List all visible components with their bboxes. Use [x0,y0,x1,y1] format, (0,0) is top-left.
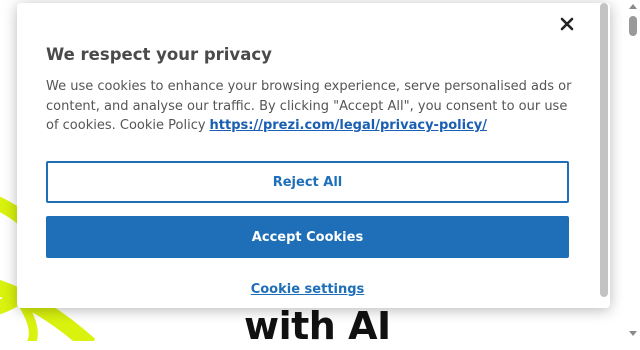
hero-heading: with AI [244,304,391,348]
privacy-policy-link[interactable]: https://prezi.com/legal/privacy-policy/ [210,118,487,133]
close-button[interactable] [556,13,578,35]
cookie-consent-banner: We respect your privacy We use cookies t… [17,3,610,308]
page-scrollbar-thumb[interactable] [629,16,637,36]
banner-scrollbar-thumb[interactable] [600,3,608,297]
page-scrollbar[interactable] [626,0,640,341]
banner-title: We respect your privacy [46,45,272,64]
scroll-down-arrow-icon[interactable] [629,331,637,336]
banner-description: We use cookies to enhance your browsing … [46,77,576,136]
accept-cookies-button[interactable]: Accept Cookies [46,216,569,258]
reject-all-button[interactable]: Reject All [46,161,569,203]
close-icon [560,17,574,31]
scroll-up-arrow-icon[interactable] [629,4,637,9]
cookie-banner-content: We respect your privacy We use cookies t… [17,3,598,308]
cookie-settings-link[interactable]: Cookie settings [17,282,598,297]
